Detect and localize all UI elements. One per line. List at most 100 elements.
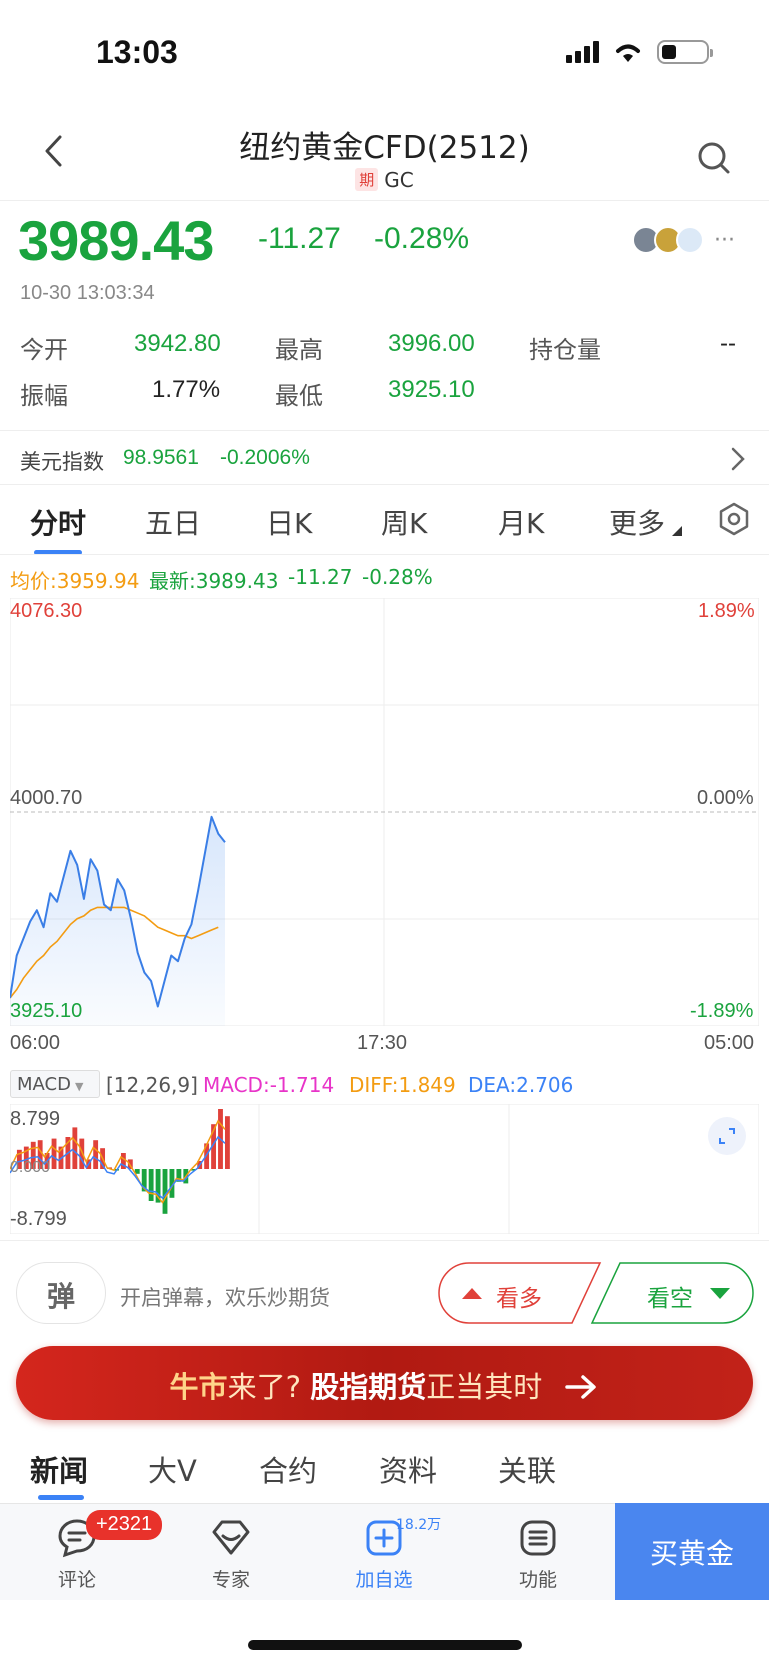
avatar-group[interactable] (632, 226, 704, 256)
tab-influencers[interactable]: 大V (148, 1448, 197, 1490)
expert-icon[interactable] (210, 1518, 252, 1558)
price-change: -11.27 (258, 222, 341, 255)
buy-gold-button[interactable]: 买黄金 (615, 1503, 769, 1600)
danmaku-toggle[interactable]: 弹 (16, 1262, 106, 1324)
dea-value: DEA:2.706 (468, 1073, 574, 1097)
axis-mid-pct: 0.00% (697, 787, 754, 809)
function-icon[interactable] (518, 1518, 558, 1558)
stat-amp-value: 1.77% (152, 376, 221, 403)
tab-info[interactable]: 资料 (379, 1448, 437, 1490)
divider (0, 554, 769, 555)
news-tab-underline (38, 1495, 84, 1500)
diff-value: DIFF:1.849 (349, 1073, 456, 1097)
banner-part4: 正当其时 (426, 1370, 543, 1404)
stat-high-value: 3996.00 (388, 330, 475, 357)
weibo-icon (676, 226, 704, 254)
home-indicator[interactable] (248, 1640, 522, 1650)
chevron-right-icon[interactable] (730, 446, 746, 472)
divider (0, 484, 769, 485)
time-end: 05:00 (704, 1032, 755, 1054)
macd-bar (225, 1116, 230, 1169)
macd-value: MACD:-1.714 (203, 1073, 335, 1097)
battery-icon (657, 40, 713, 64)
tab-five-day[interactable]: 五日 (145, 502, 201, 542)
quote-timestamp: 10-30 13:03:34 (20, 282, 155, 304)
indicator-selector[interactable]: MACD ▼ (10, 1070, 100, 1098)
indicator-selector-label: MACD (17, 1074, 71, 1095)
index-label: 美元指数 (20, 450, 104, 474)
nav-comments[interactable]: 评论 (2, 1565, 152, 1592)
tab-contract[interactable]: 合约 (259, 1448, 317, 1490)
page-title: 纽约黄金CFD(2512) (239, 130, 530, 166)
settings-icon[interactable] (718, 502, 750, 536)
bullish-label: 看多 (496, 1286, 542, 1312)
price-change-pct: -0.28% (374, 222, 470, 255)
tab-monthly-k[interactable]: 月K (498, 502, 544, 542)
macd-bar (148, 1169, 154, 1201)
tab-weekly-k[interactable]: 周K (381, 502, 427, 542)
index-change-pct: -0.2006% (220, 446, 310, 469)
stat-open-value: 3942.80 (134, 330, 221, 357)
status-icons (566, 40, 713, 64)
banner-part2: 来了? (227, 1370, 301, 1404)
intraday-chart[interactable] (10, 598, 759, 1026)
status-time: 13:03 (96, 34, 178, 70)
dropdown-corner-icon (672, 526, 682, 536)
axis-bottom-price: 3925.10 (10, 1000, 83, 1022)
expand-icon (719, 1128, 735, 1144)
macd-axis-top: 8.799 (10, 1108, 61, 1130)
macd-bar (51, 1138, 57, 1169)
banner-part1: 牛市 (169, 1370, 228, 1404)
header-divider (0, 200, 769, 201)
stat-open-label: 今开 (20, 336, 68, 364)
last-price: 3989.43 (18, 209, 214, 272)
macd-axis-bottom: -8.799 (10, 1208, 67, 1230)
legend-change-pct: -0.28% (362, 565, 433, 589)
price-plot (10, 815, 226, 1026)
legend-change: -11.27 (288, 565, 353, 589)
stat-amp-label: 振幅 (20, 382, 68, 410)
time-mid: 17:30 (357, 1032, 408, 1054)
search-icon[interactable] (696, 140, 732, 176)
divider (0, 430, 769, 431)
stat-oi-label: 持仓量 (529, 336, 601, 364)
tab-intraday[interactable]: 分时 (30, 502, 86, 542)
axis-top-price: 4076.30 (10, 600, 83, 622)
chart-tab-bar: 分时 五日 日K 周K 月K 更多 (0, 488, 769, 555)
danmaku-hint: 开启弹幕，欢乐炒期货 (120, 1286, 330, 1310)
stat-low-value: 3925.10 (388, 376, 475, 403)
danmaku-icon: 弹 (46, 1280, 75, 1313)
nav-experts[interactable]: 专家 (156, 1565, 306, 1592)
signal-icon (566, 41, 599, 63)
banner-part3: 股指期货 (310, 1370, 427, 1404)
axis-top-pct: 1.89% (698, 600, 755, 622)
macd-chart[interactable] (10, 1104, 759, 1234)
stat-oi-value: -- (720, 330, 736, 357)
banner-text: 牛市来了? 股指期货正当其时 (16, 1364, 753, 1406)
axis-mid-price: 4000.70 (10, 787, 83, 809)
macd-bar (93, 1140, 99, 1169)
nav-add-watchlist[interactable]: 加自选 (309, 1565, 459, 1592)
tab-related[interactable]: 关联 (498, 1448, 556, 1490)
divider (0, 1240, 769, 1241)
macd-params: [12,26,9] (106, 1073, 198, 1097)
expand-chart-button[interactable] (708, 1117, 746, 1155)
more-dots-icon[interactable]: ··· (714, 228, 735, 253)
nav-functions[interactable]: 功能 (463, 1565, 613, 1592)
code-text: GC (384, 168, 414, 192)
watchlist-count: 18.2万 (396, 1517, 442, 1533)
promo-banner[interactable]: 牛市来了? 股指期货正当其时 (16, 1346, 753, 1420)
tab-more[interactable]: 更多 (609, 502, 665, 542)
tab-daily-k[interactable]: 日K (266, 502, 312, 542)
caret-down-icon: ▼ (74, 1080, 84, 1093)
comment-count-badge: +2321 (86, 1510, 163, 1540)
bearish-label: 看空 (647, 1286, 693, 1312)
index-value: 98.9561 (123, 446, 199, 469)
tab-news[interactable]: 新闻 (30, 1448, 88, 1490)
macd-bar (162, 1169, 168, 1214)
macd-bar (72, 1127, 78, 1169)
futures-tag: 期 (355, 168, 379, 191)
stat-low-label: 最低 (275, 382, 323, 410)
arrow-right-icon (565, 1375, 597, 1399)
latest-price-legend: 最新:3989.43 (149, 569, 279, 593)
